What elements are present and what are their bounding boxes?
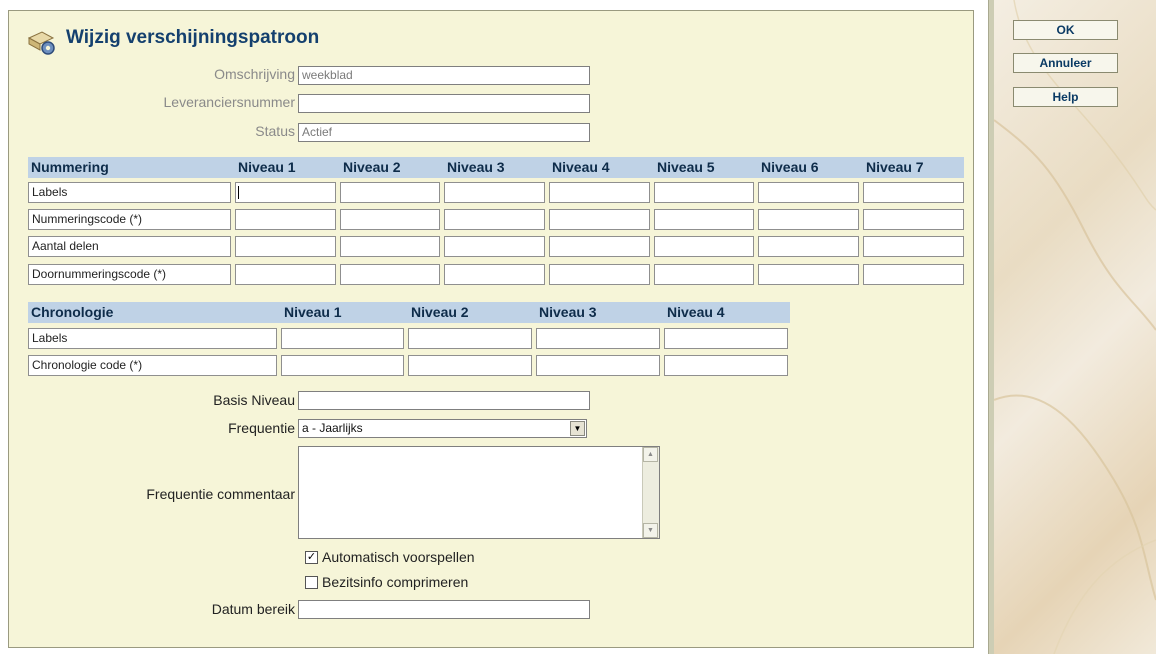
frequentie-label: Frequentie (228, 420, 295, 436)
chronology-row-label: Labels (28, 328, 277, 349)
numbering-header: Nummering (31, 159, 109, 175)
numbering-level-5: Niveau 5 (657, 159, 715, 175)
numbering-row-label: Labels (28, 182, 231, 203)
numbering-level-3: Niveau 3 (447, 159, 505, 175)
chronology-cell[interactable] (536, 328, 660, 349)
leveranciersnummer-field[interactable] (298, 94, 590, 113)
numbering-cell[interactable] (654, 236, 754, 257)
datum-bereik-field[interactable] (298, 600, 590, 619)
basis-niveau-label: Basis Niveau (213, 392, 295, 408)
frequentie-commentaar-textarea[interactable]: ▲ ▼ (298, 446, 660, 539)
frequentie-commentaar-label: Frequentie commentaar (146, 486, 295, 502)
chronology-cell[interactable] (281, 328, 404, 349)
numbering-cell[interactable] (340, 236, 440, 257)
compress-label: Bezitsinfo comprimeren (322, 574, 469, 590)
numbering-cell[interactable] (863, 236, 964, 257)
chronology-cell[interactable] (664, 355, 788, 376)
page-title: Wijzig verschijningspatroon (66, 27, 320, 48)
numbering-row-label-text: Nummeringscode (*) (32, 212, 143, 226)
leveranciersnummer-label: Leveranciersnummer (163, 94, 296, 110)
chronology-row-label: Chronologie code (*) (28, 355, 277, 376)
numbering-cell[interactable] (863, 264, 964, 285)
numbering-cell[interactable] (549, 264, 650, 285)
omschrijving-label: Omschrijving (214, 66, 295, 82)
numbering-row-label-text: Labels (32, 185, 68, 199)
numbering-level-4: Niveau 4 (552, 159, 610, 175)
numbering-cell[interactable] (863, 209, 964, 230)
chronology-level-4: Niveau 4 (667, 304, 725, 320)
numbering-cell[interactable] (654, 209, 754, 230)
textarea-scrollbar[interactable]: ▲ ▼ (642, 447, 659, 538)
numbering-cell[interactable] (235, 264, 336, 285)
chronology-level-2: Niveau 2 (411, 304, 469, 320)
compress-checkbox[interactable] (305, 576, 318, 589)
frequentie-select[interactable]: a - Jaarlijks ▼ (298, 419, 587, 438)
numbering-cell[interactable] (444, 182, 545, 203)
status-label: Status (255, 123, 295, 139)
numbering-cell[interactable] (758, 236, 859, 257)
chronology-row-label-text: Chronologie code (*) (32, 358, 143, 372)
numbering-cell[interactable] (444, 209, 545, 230)
numbering-cell[interactable] (549, 182, 650, 203)
numbering-level-7: Niveau 7 (866, 159, 924, 175)
numbering-cell[interactable] (340, 264, 440, 285)
numbering-cell[interactable] (235, 209, 336, 230)
numbering-row-label-text: Doornummeringscode (*) (32, 267, 167, 281)
datum-bereik-label: Datum bereik (211, 601, 295, 617)
chronology-row-label-text: Labels (32, 331, 68, 345)
chronology-cell[interactable] (408, 355, 532, 376)
numbering-level-1: Niveau 1 (238, 159, 296, 175)
numbering-level-2: Niveau 2 (343, 159, 401, 175)
numbering-cell[interactable] (549, 209, 650, 230)
numbering-cell[interactable] (758, 209, 859, 230)
frequentie-value: a - Jaarlijks (302, 421, 363, 435)
numbering-level-6: Niveau 6 (761, 159, 819, 175)
auto-predict-checkbox[interactable]: ✓ (305, 551, 318, 564)
numbering-header-row: Nummering Niveau 1 Niveau 2 Niveau 3 Niv… (28, 157, 964, 178)
chronology-header-row: Chronologie Niveau 1 Niveau 2 Niveau 3 N… (28, 302, 790, 323)
numbering-cell[interactable] (340, 182, 440, 203)
auto-predict-label: Automatisch voorspellen (322, 549, 475, 565)
numbering-cell[interactable] (235, 236, 336, 257)
basis-niveau-field[interactable] (298, 391, 590, 410)
chronology-cell[interactable] (664, 328, 788, 349)
numbering-cell[interactable] (444, 264, 545, 285)
chronology-level-3: Niveau 3 (539, 304, 597, 320)
omschrijving-field[interactable]: weekblad (298, 66, 590, 85)
numbering-row-label: Aantal delen (28, 236, 231, 257)
numbering-cell[interactable] (340, 209, 440, 230)
numbering-cell[interactable] (863, 182, 964, 203)
pattern-settings-icon (26, 28, 58, 56)
chronology-level-1: Niveau 1 (284, 304, 342, 320)
ok-button[interactable]: OK (1013, 20, 1118, 40)
scroll-up-icon[interactable]: ▲ (643, 447, 658, 462)
chronology-cell[interactable] (281, 355, 404, 376)
numbering-cell[interactable] (654, 264, 754, 285)
text-caret (238, 186, 239, 199)
numbering-cell[interactable] (758, 264, 859, 285)
numbering-cell[interactable] (549, 236, 650, 257)
numbering-row-label: Nummeringscode (*) (28, 209, 231, 230)
numbering-cell[interactable] (758, 182, 859, 203)
numbering-cell[interactable] (444, 236, 545, 257)
numbering-row-label-text: Aantal delen (32, 239, 99, 253)
numbering-cell[interactable] (654, 182, 754, 203)
scroll-down-icon[interactable]: ▼ (643, 523, 658, 538)
numbering-row-label: Doornummeringscode (*) (28, 264, 231, 285)
numbering-cell[interactable] (235, 182, 336, 203)
cancel-button[interactable]: Annuleer (1013, 53, 1118, 73)
chronology-cell[interactable] (536, 355, 660, 376)
help-button[interactable]: Help (1013, 87, 1118, 107)
status-field[interactable]: Actief (298, 123, 590, 142)
chronology-header: Chronologie (31, 304, 114, 320)
dropdown-arrow-icon[interactable]: ▼ (570, 421, 585, 436)
chronology-cell[interactable] (408, 328, 532, 349)
